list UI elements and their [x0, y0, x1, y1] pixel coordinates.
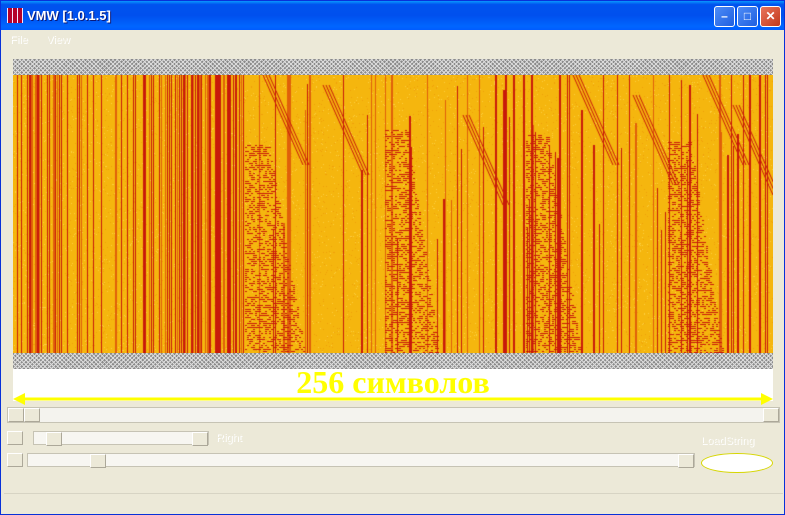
minimize-icon: – [721, 9, 728, 23]
top-hatch-strip [13, 59, 773, 75]
load-string-label: LoadString [701, 435, 755, 447]
status-bar [4, 493, 783, 513]
right-slider-thumb[interactable] [46, 432, 62, 446]
maximize-button[interactable]: □ [737, 6, 758, 27]
visualization-panel: 256 символов [13, 59, 773, 405]
close-button[interactable]: ✕ [760, 6, 781, 27]
right-option-button[interactable] [7, 431, 23, 445]
scroll-right-button[interactable] [763, 408, 779, 422]
title-bar[interactable]: VMW [1.0.1.5] – □ ✕ [1, 1, 784, 30]
scroll-left-button[interactable] [8, 408, 24, 422]
horizontal-scrollbar[interactable] [7, 407, 780, 423]
maximize-icon: □ [743, 9, 752, 23]
menu-file[interactable]: File [10, 31, 28, 49]
position-control-row [7, 453, 697, 469]
close-icon: ✕ [765, 9, 776, 23]
position-slider-track[interactable] [27, 453, 695, 468]
position-slider-thumb[interactable] [90, 454, 106, 468]
position-right-button[interactable] [678, 454, 694, 468]
right-label: Right [216, 432, 242, 444]
load-string-input[interactable] [701, 453, 773, 473]
double-arrow-icon [13, 393, 773, 405]
app-window: VMW [1.0.1.5] – □ ✕ File View 256 символ… [0, 0, 785, 515]
menu-view[interactable]: View [46, 31, 70, 49]
app-icon [7, 8, 23, 23]
position-left-button[interactable] [7, 453, 23, 467]
window-title: VMW [1.0.1.5] [27, 8, 111, 23]
right-slider-track[interactable] [33, 431, 209, 446]
scroll-thumb[interactable] [24, 408, 40, 422]
minimize-button[interactable]: – [714, 6, 735, 27]
right-slider-end-button[interactable] [192, 432, 208, 446]
symbol-visualization-canvas[interactable] [13, 75, 773, 353]
menu-bar: File View [4, 30, 783, 48]
